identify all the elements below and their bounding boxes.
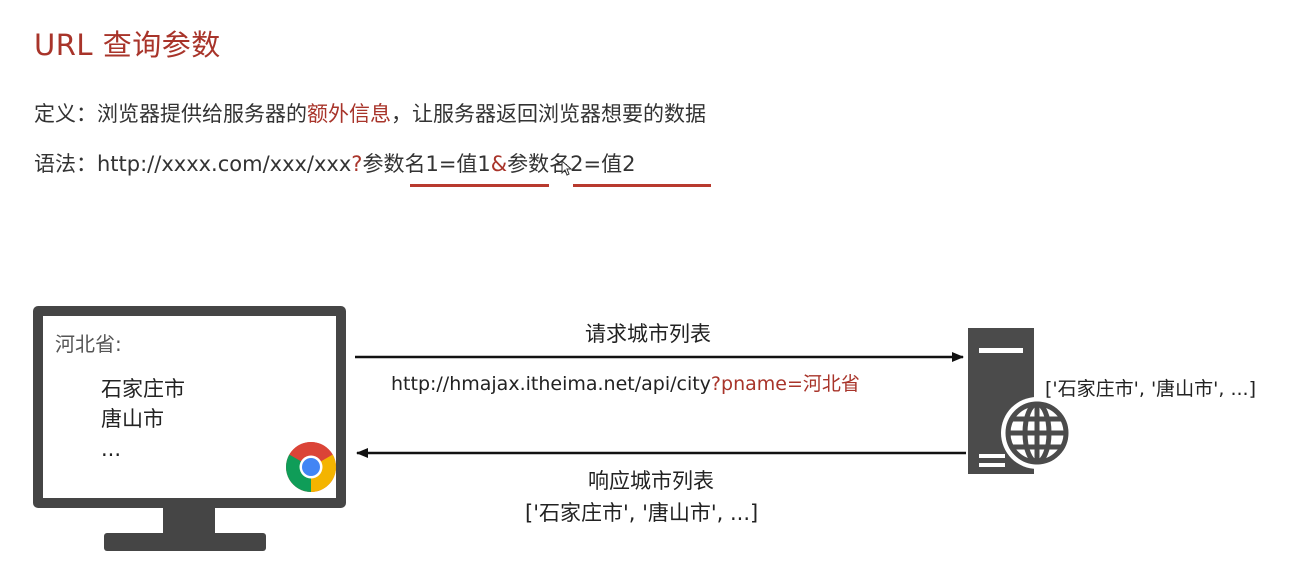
response-label: 响应城市列表 [588, 469, 714, 493]
request-url: http://hmajax.itheima.net/api/city?pname… [391, 369, 860, 396]
server-data: ['石家庄市', '唐山市', ...] [1045, 378, 1256, 400]
request-url-query: ?pname=河北省 [710, 373, 860, 395]
globe-icon [1005, 401, 1069, 465]
server-icon [968, 328, 1073, 474]
request-url-base: http://hmajax.itheima.net/api/city [391, 373, 711, 395]
request-label: 请求城市列表 [585, 322, 711, 346]
response-data: ['石家庄市', '唐山市', ...] [525, 501, 759, 525]
